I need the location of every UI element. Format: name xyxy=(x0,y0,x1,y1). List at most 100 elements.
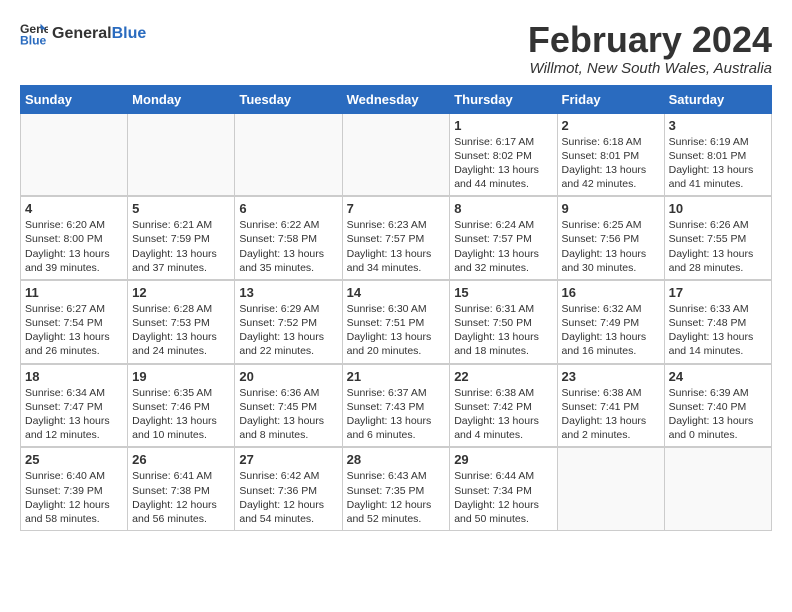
calendar-cell: 24 Sunrise: 6:39 AM Sunset: 7:40 PM Dayli… xyxy=(664,364,771,448)
title-area: February 2024 Willmot, New South Wales, … xyxy=(528,20,772,77)
day-number: 9 xyxy=(562,201,660,216)
day-number: 1 xyxy=(454,118,552,133)
day-number: 28 xyxy=(347,452,446,467)
day-info: Sunrise: 6:21 AM Sunset: 7:59 PM Dayligh… xyxy=(132,218,230,275)
col-header-friday: Friday xyxy=(557,85,664,113)
day-info: Sunrise: 6:34 AM Sunset: 7:47 PM Dayligh… xyxy=(25,386,123,443)
day-info: Sunrise: 6:36 AM Sunset: 7:45 PM Dayligh… xyxy=(239,386,337,443)
calendar-cell: 4 Sunrise: 6:20 AM Sunset: 8:00 PM Daylig… xyxy=(21,196,128,280)
calendar-cell xyxy=(557,447,664,530)
day-info: Sunrise: 6:33 AM Sunset: 7:48 PM Dayligh… xyxy=(669,302,767,359)
day-info: Sunrise: 6:23 AM Sunset: 7:57 PM Dayligh… xyxy=(347,218,446,275)
day-number: 2 xyxy=(562,118,660,133)
calendar-cell: 12Sunrise: 6:28 AM Sunset: 7:53 PM Dayli… xyxy=(128,280,235,364)
day-number: 8 xyxy=(454,201,552,216)
calendar-cell: 16 Sunrise: 6:32 AM Sunset: 7:49 PM Dayli… xyxy=(557,280,664,364)
day-info: Sunrise: 6:38 AM Sunset: 7:42 PM Dayligh… xyxy=(454,386,552,443)
calendar-week-row: 4 Sunrise: 6:20 AM Sunset: 8:00 PM Daylig… xyxy=(21,196,772,280)
col-header-wednesday: Wednesday xyxy=(342,85,450,113)
day-number: 10 xyxy=(669,201,767,216)
day-number: 27 xyxy=(239,452,337,467)
calendar-cell: 9 Sunrise: 6:25 AM Sunset: 7:56 PM Daylig… xyxy=(557,196,664,280)
day-info: Sunrise: 6:26 AM Sunset: 7:55 PM Dayligh… xyxy=(669,218,767,275)
day-info: Sunrise: 6:25 AM Sunset: 7:56 PM Dayligh… xyxy=(562,218,660,275)
logo: General Blue GeneralBlue xyxy=(20,20,146,48)
logo-blue: Blue xyxy=(112,25,147,42)
day-number: 11 xyxy=(25,285,123,300)
day-info: Sunrise: 6:43 AM Sunset: 7:35 PM Dayligh… xyxy=(347,469,446,526)
day-number: 4 xyxy=(25,201,123,216)
day-number: 24 xyxy=(669,369,767,384)
svg-text:Blue: Blue xyxy=(20,33,47,47)
day-number: 5 xyxy=(132,201,230,216)
day-number: 15 xyxy=(454,285,552,300)
calendar-cell: 8 Sunrise: 6:24 AM Sunset: 7:57 PM Daylig… xyxy=(450,196,557,280)
day-info: Sunrise: 6:17 AM Sunset: 8:02 PM Dayligh… xyxy=(454,135,552,192)
col-header-tuesday: Tuesday xyxy=(235,85,342,113)
calendar-header-row: SundayMondayTuesdayWednesdayThursdayFrid… xyxy=(21,85,772,113)
calendar-cell: 10 Sunrise: 6:26 AM Sunset: 7:55 PM Dayli… xyxy=(664,196,771,280)
day-number: 23 xyxy=(562,369,660,384)
day-info: Sunrise: 6:20 AM Sunset: 8:00 PM Dayligh… xyxy=(25,218,123,275)
calendar-cell: 1 Sunrise: 6:17 AM Sunset: 8:02 PM Daylig… xyxy=(450,113,557,196)
day-info: Sunrise: 6:35 AM Sunset: 7:46 PM Dayligh… xyxy=(132,386,230,443)
day-info: Sunrise: 6:19 AM Sunset: 8:01 PM Dayligh… xyxy=(669,135,767,192)
calendar-cell: 28 Sunrise: 6:43 AM Sunset: 7:35 PM Dayli… xyxy=(342,447,450,530)
calendar-cell: 22 Sunrise: 6:38 AM Sunset: 7:42 PM Dayli… xyxy=(450,364,557,448)
day-number: 16 xyxy=(562,285,660,300)
day-number: 22 xyxy=(454,369,552,384)
calendar-cell xyxy=(128,113,235,196)
day-number: 6 xyxy=(239,201,337,216)
location: Willmot, New South Wales, Australia xyxy=(528,60,772,77)
calendar-cell: 26 Sunrise: 6:41 AM Sunset: 7:38 PM Dayli… xyxy=(128,447,235,530)
day-info: Sunrise: 6:42 AM Sunset: 7:36 PM Dayligh… xyxy=(239,469,337,526)
calendar-week-row: 11 Sunrise: 6:27 AM Sunset: 7:54 PM Dayli… xyxy=(21,280,772,364)
calendar-cell: 27 Sunrise: 6:42 AM Sunset: 7:36 PM Dayli… xyxy=(235,447,342,530)
calendar-week-row: 25 Sunrise: 6:40 AM Sunset: 7:39 PM Dayli… xyxy=(21,447,772,530)
calendar-cell: 6 Sunrise: 6:22 AM Sunset: 7:58 PM Daylig… xyxy=(235,196,342,280)
day-number: 14 xyxy=(347,285,446,300)
day-info: Sunrise: 6:18 AM Sunset: 8:01 PM Dayligh… xyxy=(562,135,660,192)
calendar-table: SundayMondayTuesdayWednesdayThursdayFrid… xyxy=(20,85,772,531)
col-header-sunday: Sunday xyxy=(21,85,128,113)
day-info: Sunrise: 6:29 AM Sunset: 7:52 PM Dayligh… xyxy=(239,302,337,359)
logo-icon: General Blue xyxy=(20,20,48,48)
day-number: 7 xyxy=(347,201,446,216)
day-info: Sunrise: 6:24 AM Sunset: 7:57 PM Dayligh… xyxy=(454,218,552,275)
calendar-week-row: 18 Sunrise: 6:34 AM Sunset: 7:47 PM Dayli… xyxy=(21,364,772,448)
day-number: 3 xyxy=(669,118,767,133)
day-number: 13 xyxy=(239,285,337,300)
day-info: Sunrise: 6:22 AM Sunset: 7:58 PM Dayligh… xyxy=(239,218,337,275)
day-number: 26 xyxy=(132,452,230,467)
calendar-week-row: 1 Sunrise: 6:17 AM Sunset: 8:02 PM Daylig… xyxy=(21,113,772,196)
day-info: Sunrise: 6:32 AM Sunset: 7:49 PM Dayligh… xyxy=(562,302,660,359)
day-info: Sunrise: 6:37 AM Sunset: 7:43 PM Dayligh… xyxy=(347,386,446,443)
day-info: Sunrise: 6:40 AM Sunset: 7:39 PM Dayligh… xyxy=(25,469,123,526)
col-header-saturday: Saturday xyxy=(664,85,771,113)
calendar-cell xyxy=(235,113,342,196)
day-number: 21 xyxy=(347,369,446,384)
month-year: February 2024 xyxy=(528,20,772,60)
day-info: Sunrise: 6:41 AM Sunset: 7:38 PM Dayligh… xyxy=(132,469,230,526)
calendar-cell: 21 Sunrise: 6:37 AM Sunset: 7:43 PM Dayli… xyxy=(342,364,450,448)
calendar-cell: 17Sunrise: 6:33 AM Sunset: 7:48 PM Dayli… xyxy=(664,280,771,364)
calendar-cell: 15 Sunrise: 6:31 AM Sunset: 7:50 PM Dayli… xyxy=(450,280,557,364)
col-header-monday: Monday xyxy=(128,85,235,113)
day-info: Sunrise: 6:38 AM Sunset: 7:41 PM Dayligh… xyxy=(562,386,660,443)
calendar-cell: 18 Sunrise: 6:34 AM Sunset: 7:47 PM Dayli… xyxy=(21,364,128,448)
day-info: Sunrise: 6:39 AM Sunset: 7:40 PM Dayligh… xyxy=(669,386,767,443)
calendar-cell xyxy=(342,113,450,196)
calendar-cell: 13 Sunrise: 6:29 AM Sunset: 7:52 PM Dayli… xyxy=(235,280,342,364)
day-number: 18 xyxy=(25,369,123,384)
day-number: 20 xyxy=(239,369,337,384)
day-info: Sunrise: 6:27 AM Sunset: 7:54 PM Dayligh… xyxy=(25,302,123,359)
calendar-cell xyxy=(664,447,771,530)
page-header: General Blue GeneralBlue February 2024 W… xyxy=(20,20,772,77)
day-number: 25 xyxy=(25,452,123,467)
col-header-thursday: Thursday xyxy=(450,85,557,113)
calendar-cell: 20 Sunrise: 6:36 AM Sunset: 7:45 PM Dayli… xyxy=(235,364,342,448)
day-info: Sunrise: 6:31 AM Sunset: 7:50 PM Dayligh… xyxy=(454,302,552,359)
day-info: Sunrise: 6:44 AM Sunset: 7:34 PM Dayligh… xyxy=(454,469,552,526)
calendar-cell: 7 Sunrise: 6:23 AM Sunset: 7:57 PM Daylig… xyxy=(342,196,450,280)
day-number: 12 xyxy=(132,285,230,300)
